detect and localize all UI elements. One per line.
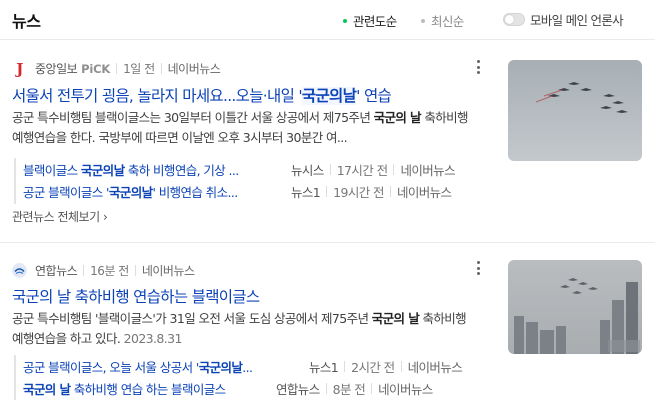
press-info: 연합뉴스 16분 전 네이버뉴스 (12, 262, 195, 279)
summary-date: 2023.8.31 (123, 331, 183, 346)
mobile-main-press-label: 모바일 메인 언론사 (530, 13, 624, 28)
pick-badge: PiCK (81, 61, 111, 76)
naver-news-link[interactable]: 네이버뉴스 (397, 182, 452, 201)
news-summary[interactable]: 공군 특수비행팀 '블랙이글스'가 31일 오전 서울 도심 상공에서 제75주… (12, 309, 468, 349)
news-thumbnail[interactable] (508, 260, 642, 354)
naver-news-link[interactable]: 네이버뉴스 (142, 262, 195, 279)
naver-news-link[interactable]: 네이버뉴스 (408, 357, 463, 376)
section-title: 뉴스 (12, 12, 41, 31)
press-name[interactable]: 중앙일보 (35, 60, 78, 77)
sort-relevance-option[interactable]: 관련도순 (343, 11, 397, 30)
toggle-switch-icon[interactable] (503, 13, 525, 26)
divider (83, 265, 85, 276)
summary-text: 공군 특수비행팀 블랙이글스는 30일부터 이틀간 서울 상공에서 제75주년 (12, 110, 374, 125)
divider (400, 360, 402, 372)
sort-latest-label: 최신순 (431, 14, 464, 29)
related-press-name[interactable]: 뉴스1 (309, 357, 339, 376)
naver-news-link[interactable]: 네이버뉴스 (378, 379, 433, 398)
all-related-news-label: 관련뉴스 전체보기 (12, 210, 100, 224)
news-item: 연합뉴스 16분 전 네이버뉴스 국군의 날 축하비행 연습하는 블랙이글스 공… (0, 244, 655, 411)
active-dot-icon (343, 18, 347, 23)
press-info: J 중앙일보 PiCK 1일 전 네이버뉴스 (12, 60, 221, 78)
related-news-time: 8분 전 (332, 381, 366, 397)
divider (326, 185, 328, 197)
related-news-link[interactable]: 블랙이글스 국군의날 축하 비행연습, 기상 ... (23, 160, 285, 179)
related-news-time: 17시간 전 (336, 162, 388, 178)
related-news-item: 공군 블랙이글스 '국군의날' 비행연습 취소... 뉴스1 19시간 전 네이… (23, 180, 455, 202)
yonhap-logo-icon[interactable] (12, 263, 27, 278)
more-options-icon[interactable] (472, 260, 484, 276)
news-thumbnail[interactable] (508, 60, 642, 161)
news-headline-link[interactable]: 국군의 날 축하비행 연습하는 블랙이글스 (12, 285, 260, 307)
naver-news-link[interactable]: 네이버뉴스 (400, 160, 455, 179)
related-press-name[interactable]: 연합뉴스 (276, 379, 320, 398)
divider (160, 63, 162, 74)
press-name[interactable]: 연합뉴스 (35, 262, 78, 279)
jets-over-city-image (508, 260, 642, 354)
related-news-list: 공군 블랙이글스, 오늘 서울 상공서 '국군의날... 뉴스1 2시간 전 네… (14, 355, 463, 400)
related-news-item: 블랙이글스 국군의날 축하 비행연습, 기상 ... 뉴시스 17시간 전 네이… (23, 158, 456, 180)
related-news-time: 19시간 전 (333, 184, 384, 200)
related-news-link[interactable]: 공군 블랙이글스 '국군의날' 비행연습 취소... (23, 182, 285, 201)
news-headline-link[interactable]: 서울서 전투기 굉음, 놀라지 마세요...오늘·내일 '국군의날' 연습 (12, 84, 392, 106)
headline-keyword: 국군의날 (301, 87, 357, 105)
news-summary[interactable]: 공군 특수비행팀 블랙이글스는 30일부터 이틀간 서울 상공에서 제75주년 … (12, 108, 468, 148)
summary-text: 공군 특수비행팀 '블랙이글스'가 31일 오전 서울 도심 상공에서 제75주… (12, 311, 372, 326)
headline-text: 축하비행 연습하는 블랙이글스 (70, 288, 260, 306)
news-time: 1일 전 (123, 62, 155, 76)
mobile-main-press-toggle[interactable]: 모바일 메인 언론사 (503, 10, 624, 29)
summary-keyword: 국군의 날 (371, 311, 420, 326)
news-item: J 중앙일보 PiCK 1일 전 네이버뉴스 서울서 전투기 굉음, 놀라지 마… (0, 41, 655, 243)
related-news-link[interactable]: 국군의 날 축하비행 연습 하는 블랙이글스 (23, 379, 270, 398)
sort-latest-option[interactable]: 최신순 (421, 11, 464, 30)
related-news-item: 국군의 날 축하비행 연습 하는 블랙이글스 연합뉴스 8분 전 네이버뉴스 (23, 377, 462, 399)
chevron-right-icon: › (102, 210, 108, 224)
sort-relevance-label: 관련도순 (353, 14, 397, 29)
more-options-icon[interactable] (472, 59, 484, 75)
related-news-list: 블랙이글스 국군의날 축하 비행연습, 기상 ... 뉴시스 17시간 전 네이… (14, 158, 456, 204)
headline-keyword: 국군의 날 (12, 288, 71, 306)
related-news-link[interactable]: 공군 블랙이글스, 오늘 서울 상공서 '국군의날... (23, 357, 303, 376)
related-press-name[interactable]: 뉴시스 (291, 160, 324, 179)
divider (389, 185, 391, 197)
news-section-header: 뉴스 관련도순 최신순 모바일 메인 언론사 (0, 0, 655, 40)
joongang-logo-icon[interactable]: J (12, 60, 27, 78)
divider (393, 163, 395, 175)
headline-text: ' 연습 (356, 87, 392, 105)
naver-news-link[interactable]: 네이버뉴스 (168, 60, 221, 77)
related-news-time: 2시간 전 (351, 359, 395, 375)
related-news-item: 공군 블랙이글스, 오늘 서울 상공서 '국군의날... 뉴스1 2시간 전 네… (23, 355, 463, 377)
headline-text: 서울서 전투기 굉음, 놀라지 마세요...오늘·내일 ' (12, 87, 303, 105)
divider (116, 63, 118, 74)
divider (134, 265, 136, 276)
inactive-dot-icon (421, 18, 425, 23)
related-press-name[interactable]: 뉴스1 (291, 182, 321, 201)
jets-in-sky-image (508, 60, 642, 161)
divider (371, 382, 373, 394)
news-time: 16분 전 (90, 264, 129, 278)
summary-keyword: 국군의 날 (373, 110, 422, 125)
all-related-news-link[interactable]: 관련뉴스 전체보기 › (12, 208, 108, 225)
divider (325, 382, 327, 394)
divider (344, 360, 346, 372)
divider (329, 163, 331, 175)
